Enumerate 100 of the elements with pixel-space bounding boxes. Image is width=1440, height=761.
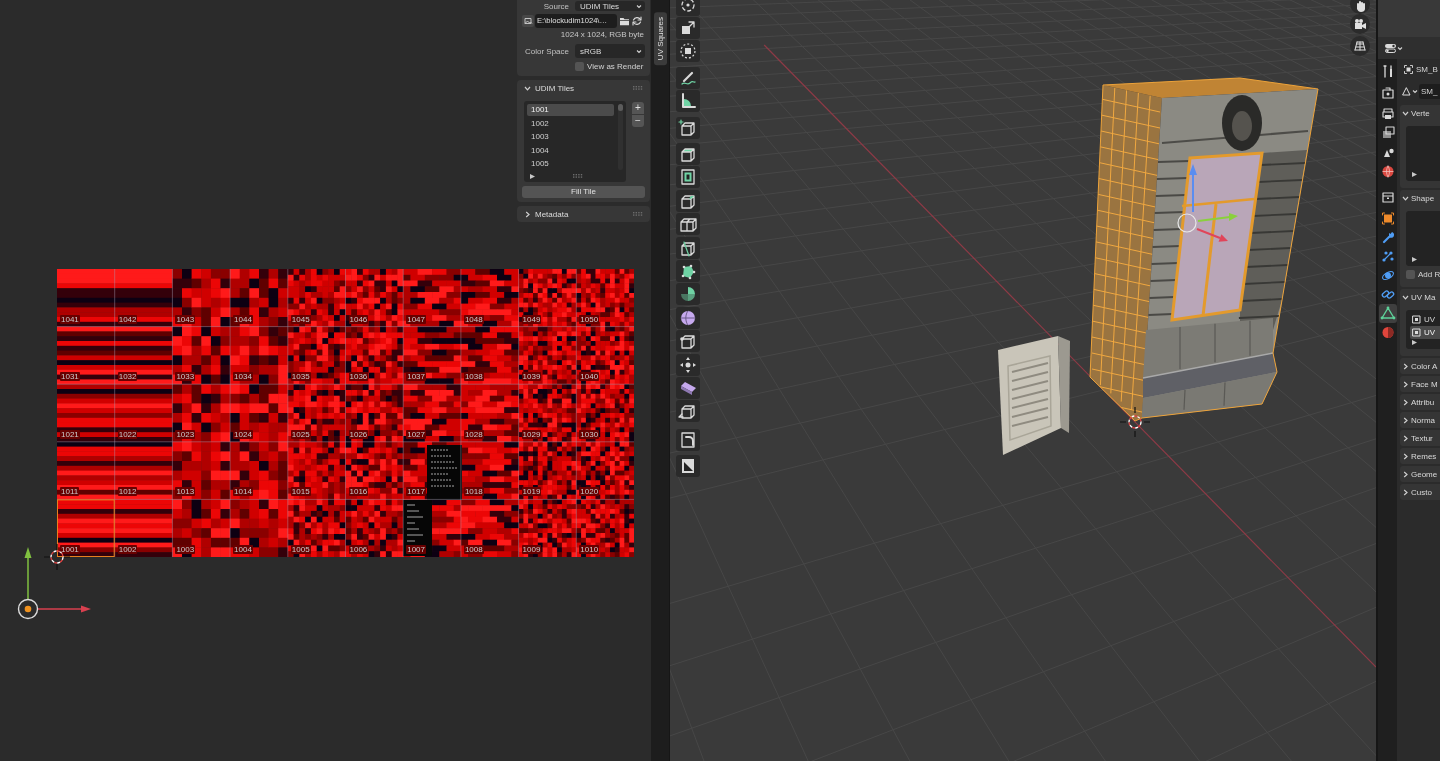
tile-label: 1012 [117, 487, 138, 497]
tile-label: 1025 [290, 429, 311, 439]
triangle-icon[interactable] [530, 173, 535, 179]
panel-header[interactable]: Metadata [522, 206, 645, 222]
panel-header[interactable]: Shape [1400, 190, 1440, 206]
chevron-down-icon [1412, 88, 1418, 94]
pencil-icon[interactable] [676, 67, 700, 89]
ruler-icon[interactable] [676, 90, 700, 112]
checkbox-label: View as Render [587, 62, 644, 71]
bevel-icon[interactable] [676, 189, 700, 212]
tile-label: 1034 [233, 372, 253, 382]
y-axis-arrow [24, 547, 32, 600]
udim-tile-item[interactable]: 1002 [527, 117, 614, 130]
add-button[interactable]: + [632, 102, 644, 114]
tile-label: 1018 [463, 487, 484, 497]
color-space-dropdown[interactable]: sRGB [575, 44, 645, 58]
extrude-icon[interactable] [676, 143, 700, 165]
edge-slide-icon[interactable] [676, 330, 700, 353]
corner-icon[interactable] [676, 429, 700, 452]
hand-icon[interactable] [1350, 0, 1370, 14]
panel-header[interactable]: Textur [1400, 430, 1440, 446]
remove-button[interactable]: − [632, 115, 644, 127]
grid-icon[interactable] [1350, 36, 1370, 56]
add-cube-icon[interactable] [676, 117, 700, 139]
knife-icon[interactable] [676, 236, 700, 259]
tile-label: 1032 [117, 372, 138, 382]
image-icon[interactable] [522, 14, 534, 27]
panel-header[interactable]: Remes [1400, 448, 1440, 464]
triangle-icon[interactable] [1412, 257, 1417, 262]
tile-label: 1023 [175, 429, 196, 439]
source-dropdown[interactable]: UDIM Tiles [575, 1, 645, 11]
panel-header[interactable]: Norma [1400, 412, 1440, 428]
reload-icon[interactable] [631, 14, 643, 27]
panel-header[interactable]: UV Ma [1400, 289, 1440, 305]
3d-cursor-icon [1119, 406, 1151, 438]
udim-tile-item[interactable]: 1005 [527, 158, 614, 170]
camera-icon[interactable] [1350, 14, 1370, 34]
toggles-icon [1385, 43, 1396, 53]
source-label: Source [542, 1, 569, 11]
tile-label: 1030 [579, 429, 600, 439]
tile-label: 1017 [406, 487, 426, 497]
tile-label: 1009 [521, 545, 542, 554]
panel-header[interactable]: Color A [1400, 358, 1440, 374]
udim-tile-item[interactable]: 1001 [527, 104, 614, 116]
tile-label: 1015 [290, 487, 311, 497]
scale-icon[interactable] [676, 17, 700, 39]
tile-label: 1037 [406, 372, 426, 382]
uv-map-item[interactable]: UV [1410, 313, 1440, 326]
tile-label: 1033 [175, 372, 196, 382]
tile-label: 1035 [290, 372, 311, 382]
poly-build-icon[interactable] [676, 259, 700, 282]
triangle-square-icon[interactable] [676, 455, 700, 478]
udim-tile-item[interactable]: 1003 [527, 131, 614, 143]
transform-icon[interactable] [676, 40, 700, 62]
scrollbar[interactable] [618, 104, 623, 170]
panel-header[interactable]: UDIM Tiles [522, 80, 645, 96]
panel-header[interactable]: Attribu [1400, 394, 1440, 410]
object-icon[interactable] [1379, 209, 1397, 228]
tile-label: 1042 [117, 314, 138, 324]
tile-label: 1045 [290, 314, 311, 324]
tile-label: 1050 [579, 314, 600, 324]
tile-label: 1046 [348, 314, 369, 324]
tile-label: 1008 [463, 545, 484, 554]
tile-label: 1019 [521, 487, 542, 497]
tile-label: 1014 [233, 487, 253, 497]
udim-tile-item[interactable]: 1004 [527, 144, 614, 157]
grip-icon[interactable] [633, 86, 643, 90]
mesh-name-field[interactable]: SM_ [1419, 83, 1440, 99]
chevron-down-icon [636, 48, 642, 54]
shear-icon[interactable] [676, 376, 700, 399]
panel-header[interactable]: Custo [1400, 484, 1440, 500]
object-name-field[interactable]: SM_B [1416, 64, 1438, 74]
checkbox[interactable] [1406, 270, 1415, 279]
uv-map-item[interactable]: UV [1410, 326, 1440, 339]
rip-icon[interactable] [676, 400, 700, 423]
inset-icon[interactable] [676, 166, 700, 189]
mesh-browse-button[interactable] [1402, 86, 1418, 96]
grip-icon[interactable] [633, 212, 643, 216]
tile-label: 1022 [117, 429, 138, 439]
panel-header[interactable]: Verte [1400, 105, 1440, 121]
rotate-icon[interactable] [676, 0, 700, 16]
grip-icon[interactable] [573, 174, 583, 178]
triangle-icon[interactable] [1412, 172, 1417, 177]
shrink-fatten-icon[interactable] [676, 353, 700, 376]
tile-label: 1041 [60, 314, 80, 324]
panel-header[interactable]: Geome [1400, 466, 1440, 482]
tile-label: 1010 [579, 545, 600, 554]
panel-header[interactable]: Face M [1400, 376, 1440, 392]
view-as-render-checkbox[interactable] [575, 62, 584, 71]
triangle-icon[interactable] [1412, 340, 1417, 345]
tile-label: 1038 [463, 372, 484, 382]
tile-label: 1006 [348, 545, 369, 554]
loop-cut-icon[interactable] [676, 213, 700, 236]
spin-icon[interactable] [676, 283, 700, 306]
sidebar-tab[interactable]: UV Squares [653, 12, 667, 66]
tile-label: 1004 [233, 545, 253, 554]
editor-type-button[interactable] [1383, 41, 1405, 55]
tile-label: 1005 [290, 545, 311, 554]
fill-tile-button[interactable]: Fill Tile [522, 186, 645, 198]
tile-label: 1048 [463, 314, 484, 324]
